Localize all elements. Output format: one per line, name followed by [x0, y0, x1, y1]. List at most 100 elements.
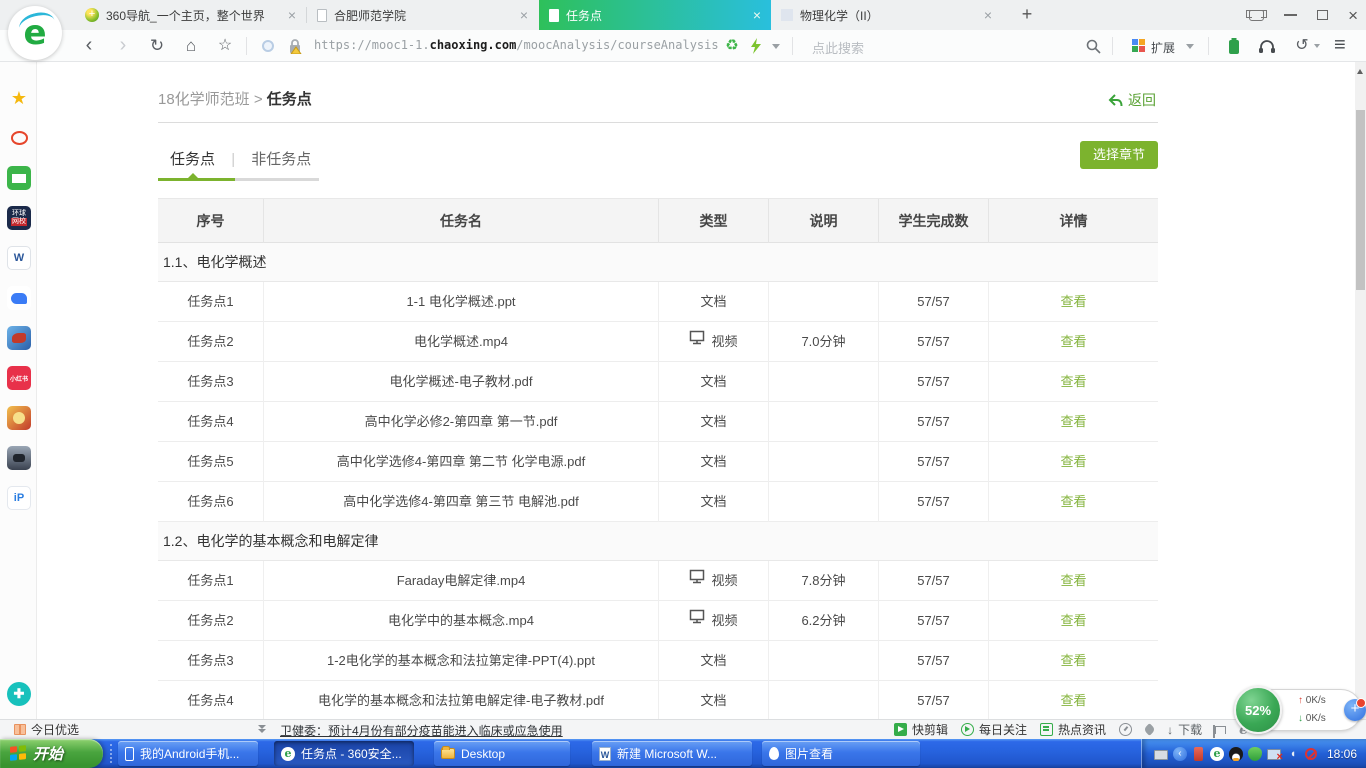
scrollbar-thumb[interactable] [1356, 110, 1365, 290]
extensions-dropdown-icon[interactable] [1186, 44, 1194, 49]
today-pick[interactable]: 今日优选 [14, 720, 79, 739]
close-icon[interactable]: × [984, 8, 992, 22]
breadcrumb-class[interactable]: 18化学师范班 [158, 91, 250, 108]
tab-physical-chemistry[interactable]: 物理化学（II） × [771, 0, 1002, 30]
tab-hefei-normal[interactable]: 合肥师范学院 × [307, 0, 538, 30]
health-score-badge[interactable]: 52% [1234, 686, 1282, 734]
view-link[interactable]: 查看 [1060, 374, 1086, 389]
network-error-icon[interactable] [1267, 749, 1281, 760]
forward-button[interactable]: › [110, 30, 136, 62]
blocked-status-icon[interactable] [1305, 748, 1317, 760]
game-icon-2[interactable] [7, 406, 31, 430]
home-button[interactable]: ⌂ [178, 30, 204, 62]
close-icon[interactable]: × [753, 8, 761, 22]
back-link[interactable]: 返回 [1107, 90, 1156, 110]
tab-indicator-triangle [188, 173, 198, 178]
browser-logo[interactable]: e [8, 6, 62, 60]
taskbar-item-image-viewer[interactable]: 图片查看 [762, 741, 920, 766]
daily-follow-button[interactable]: 每日关注 [961, 721, 1027, 738]
close-icon[interactable]: × [520, 8, 528, 22]
news-headline-link[interactable]: 卫健委：预计4月份有部分疫苗能进入临床或应急使用 [280, 722, 563, 739]
search-input[interactable]: 点此搜索 [812, 38, 864, 57]
xiaohongshu-icon[interactable]: 小红书 [7, 366, 31, 390]
search-icon[interactable] [1086, 39, 1101, 54]
view-link[interactable]: 查看 [1060, 454, 1086, 469]
quick-clip-button[interactable]: 快剪辑 [894, 721, 948, 738]
view-link[interactable]: 查看 [1060, 653, 1086, 668]
view-link[interactable]: 查看 [1060, 494, 1086, 509]
page-scrollbar[interactable] [1355, 62, 1366, 719]
task-done: 57/57 [878, 601, 988, 641]
game-icon-1[interactable] [7, 326, 31, 350]
assistant-notification-icon[interactable]: + [1344, 699, 1366, 721]
qq-penguin-icon[interactable] [1229, 747, 1243, 761]
view-link[interactable]: 查看 [1060, 334, 1086, 349]
no-trace-recycle-icon[interactable]: ♻ [722, 30, 742, 62]
taskbar-item-desktop[interactable]: Desktop [434, 741, 570, 766]
view-link[interactable]: 查看 [1060, 573, 1086, 588]
view-link[interactable]: 查看 [1060, 693, 1086, 708]
browser-tray-icon[interactable]: e [1210, 747, 1224, 761]
speed-test-icon[interactable] [1119, 723, 1132, 736]
tray-collapse-icon[interactable]: ‹ [1173, 747, 1187, 761]
word-doc-icon[interactable]: W [7, 246, 31, 270]
tab-task-points[interactable]: 任务点 [170, 151, 215, 168]
new-tab-button[interactable]: + [1012, 0, 1042, 30]
back-button[interactable]: ‹ [76, 30, 102, 62]
refresh-button[interactable]: ↻ [144, 30, 170, 62]
address-bar[interactable]: https://mooc1-1.chaoxing.com/moocAnalysi… [314, 38, 719, 52]
start-button[interactable]: 开始 [0, 739, 103, 768]
restore-button[interactable] [1317, 10, 1328, 20]
header-note: 说明 [768, 199, 878, 243]
undo-dropdown-icon[interactable] [1314, 44, 1320, 48]
ip-logo-icon[interactable]: iP [7, 486, 31, 510]
windows-flag-icon [10, 745, 26, 762]
site-safety-icon[interactable] [262, 40, 274, 52]
quick-clip-icon [894, 723, 907, 736]
undo-icon[interactable]: ↺ [1292, 30, 1312, 62]
huanqiu-wangxiao-icon[interactable]: 环球 网校 [7, 206, 31, 230]
view-link[interactable]: 查看 [1060, 613, 1086, 628]
taskbar-item-android-phone[interactable]: 我的Android手机... [118, 741, 258, 766]
battery-tray-icon[interactable] [1194, 747, 1203, 761]
keyboard-tray-icon[interactable] [1154, 750, 1168, 760]
tab-renwudian-active[interactable]: 任务点 × [539, 0, 771, 30]
weibo-icon[interactable] [7, 126, 31, 150]
collapse-chevron-icon[interactable] [258, 725, 266, 733]
flag-report-icon[interactable] [1215, 726, 1226, 734]
scroll-up-icon[interactable] [1357, 69, 1363, 74]
skin-icon[interactable] [1249, 10, 1264, 21]
taskbar-item-word-doc[interactable]: W 新建 Microsoft W... [592, 741, 752, 766]
select-chapter-button[interactable]: 选择章节 [1080, 141, 1158, 169]
taskbar-item-browser-active[interactable]: e 任务点 - 360安全... [274, 741, 414, 766]
mail-icon[interactable] [7, 166, 31, 190]
app-center-icon[interactable]: ✚ [7, 682, 31, 706]
view-link[interactable]: 查看 [1060, 414, 1086, 429]
bookmark-star-button[interactable]: ☆ [212, 30, 238, 62]
section-row: 1.2、电化学的基本概念和电解定律 [158, 522, 1158, 561]
volume-icon[interactable]: ◖ [1286, 747, 1300, 761]
minimize-button[interactable] [1284, 14, 1297, 16]
menu-icon[interactable]: ≡ [1334, 34, 1346, 57]
whale-chat-icon[interactable] [7, 286, 31, 310]
extensions-label[interactable]: 扩展 [1151, 39, 1175, 56]
security-shield-icon[interactable] [1248, 747, 1262, 761]
taskbar-clock: 18:06 [1327, 747, 1357, 761]
view-link[interactable]: 查看 [1060, 294, 1086, 309]
net-speed-widget[interactable]: ↑ 0K/s ↓ 0K/s 52% + [1234, 686, 1364, 735]
game-icon-3[interactable] [7, 446, 31, 470]
download-button[interactable]: ↓ 下载 [1167, 721, 1202, 738]
close-icon[interactable]: × [288, 8, 296, 22]
speed-lightning-icon[interactable] [750, 38, 762, 54]
hot-news-button[interactable]: 热点资讯 [1040, 721, 1106, 738]
address-dropdown-icon[interactable] [772, 44, 780, 49]
tab-360-nav[interactable]: + 360导航_一个主页，整个世界 × [75, 0, 306, 30]
news-list-icon [1040, 723, 1053, 736]
rocket-boost-icon[interactable] [1143, 723, 1156, 736]
extensions-icon[interactable] [1132, 39, 1145, 52]
tab-non-task-points[interactable]: 非任务点 [251, 151, 311, 168]
battery-saver-icon[interactable] [1228, 38, 1240, 55]
favorites-star-icon[interactable]: ★ [7, 86, 31, 110]
close-window-button[interactable]: × [1348, 7, 1358, 24]
headphones-icon[interactable] [1258, 38, 1276, 54]
